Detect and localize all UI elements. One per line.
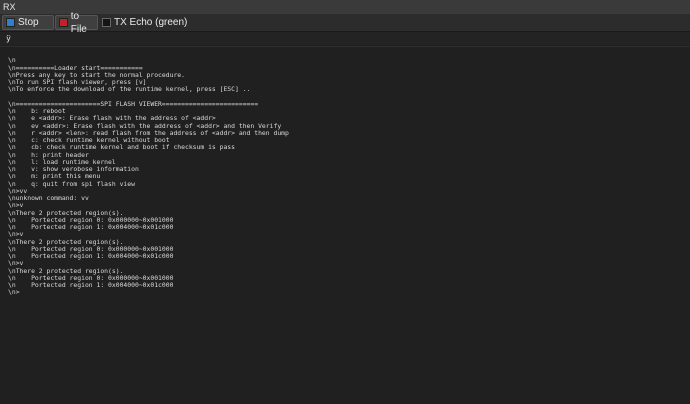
tx-echo-label: TX Echo (green) bbox=[114, 17, 188, 28]
terminal-line: \nTo enforce the download of the runtime… bbox=[8, 85, 251, 94]
stop-icon bbox=[6, 18, 15, 27]
checkbox-box[interactable] bbox=[102, 18, 111, 27]
terminal-output[interactable]: \n \n==========Loader start=========== \nP… bbox=[0, 46, 690, 404]
window-title: RX bbox=[0, 0, 690, 14]
stop-button[interactable]: Stop bbox=[2, 15, 54, 30]
terminal-line: \n Portected region 1: 0x004000~0x01c000 bbox=[8, 252, 174, 260]
rx-input-field[interactable]: ÿ bbox=[0, 32, 690, 45]
terminal-line: \n q: quit from spi flash view bbox=[8, 179, 135, 188]
terminal-line: \n Portected region 1: 0x004000~0x01c000 bbox=[8, 281, 174, 289]
stop-button-label: Stop bbox=[18, 17, 39, 28]
terminal-line: \n cb: check runtime kernel and boot if … bbox=[8, 143, 236, 152]
tx-echo-checkbox[interactable]: TX Echo (green) bbox=[102, 15, 194, 30]
record-icon bbox=[59, 18, 68, 27]
rx-window: RX Stop to File TX Echo (green) ÿ \n \n==… bbox=[0, 0, 690, 404]
terminal-line: \n======================SPI FLASH VIEWER… bbox=[8, 99, 259, 108]
to-file-button[interactable]: to File bbox=[55, 11, 98, 35]
terminal-line: \nunknown command: vv bbox=[8, 194, 89, 202]
terminal-line: \n v: show verobose information bbox=[8, 165, 139, 173]
terminal-line: \n Portected region 1: 0x004000~0x01c000 bbox=[8, 223, 174, 231]
terminal-line: \n>vv bbox=[8, 186, 28, 195]
toolbar: Stop to File TX Echo (green) bbox=[0, 11, 690, 35]
terminal-line: \n> bbox=[8, 288, 20, 297]
